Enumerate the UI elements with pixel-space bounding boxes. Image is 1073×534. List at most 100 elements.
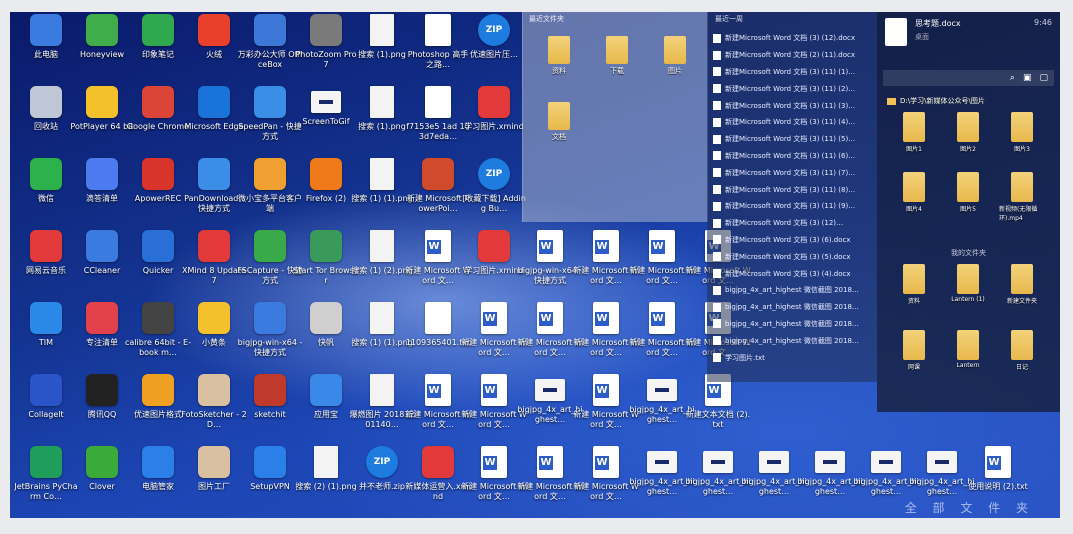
desktop-icon[interactable]: 优速图片格式 (126, 374, 190, 442)
desktop-icon[interactable]: bigjpg-win-x64 - 快捷方式 (238, 302, 302, 370)
recent-file-item[interactable]: 新建Microsoft Word 文档 (2) (11).docx (707, 47, 877, 64)
desktop-icon[interactable]: Quicker (126, 230, 190, 298)
desktop-icon[interactable]: 新建 Microsoft Word 文… (629, 230, 695, 298)
desktop-icon[interactable]: ZIP 并不老师.zip (350, 446, 414, 514)
desktop-icon[interactable]: sketchit (238, 374, 302, 442)
folder-item[interactable]: 网课 (891, 330, 937, 371)
desktop-icon[interactable]: 搜索 (2) (1).png (294, 446, 358, 514)
desktop-icon[interactable]: 新建 Microsoft Word 文… (461, 446, 527, 514)
desktop-icon[interactable]: Photoshop 高手之路… (406, 14, 470, 82)
chat-icon[interactable]: ▢ (1039, 73, 1048, 83)
desktop-icon[interactable]: 微信 (14, 158, 78, 226)
recent-file-item[interactable]: 新建Microsoft Word 文档 (3) (11) (6)… (707, 148, 877, 165)
folder-item[interactable]: 图片5 (945, 172, 991, 213)
desktop-icon[interactable]: Start Tor Browser (293, 230, 359, 298)
desktop-icon[interactable]: 网易云音乐 (14, 230, 78, 298)
recent-file-item[interactable]: 新建Microsoft Word 文档 (3) (4).docx (707, 265, 877, 282)
desktop-icon[interactable]: 小黄条 (182, 302, 246, 370)
recent-file-item[interactable]: 新建Microsoft Word 文档 (3) (11) (9)… (707, 198, 877, 215)
desktop-icon[interactable]: 回收站 (14, 86, 78, 154)
recent-file-item[interactable]: 新建Microsoft Word 文档 (3) (11) (8)… (707, 181, 877, 198)
recent-file-item[interactable]: 新建Microsoft Word 文档 (3) (11) (1)… (707, 64, 877, 81)
folder-icon[interactable]: ▣ (1023, 73, 1032, 83)
recent-file-item[interactable]: bigjpg_4x_art_highest 微信截图 2018… (707, 299, 877, 316)
desktop-icon[interactable]: Clover (70, 446, 134, 514)
desktop-icon[interactable]: Google Chrome (126, 86, 190, 154)
desktop-icon[interactable]: FSCapture - 快捷方式 (237, 230, 303, 298)
desktop-icon[interactable]: PotPlayer 64 bit (70, 86, 134, 154)
desktop-icon[interactable]: bigjpg_4x_art_highest… (517, 374, 583, 442)
desktop-icon[interactable]: 腾讯QQ (70, 374, 134, 442)
desktop-icon[interactable]: 微小宝多平台客户端 (238, 158, 302, 226)
desktop-icon[interactable]: 搜索 (1) (2).png (350, 230, 414, 298)
desktop-icon[interactable]: 电脑管家 (126, 446, 190, 514)
desktop-icon[interactable]: 此电脑 (14, 14, 78, 82)
desktop-icon[interactable]: Microsoft Edge (182, 86, 246, 154)
desktop-icon[interactable]: 新建 Microsoft Word 文… (573, 230, 639, 298)
folder-item[interactable]: Lantern (1) (945, 264, 991, 303)
desktop-icon[interactable]: 新建 Microsoft Word 文… (405, 374, 471, 442)
recent-file-item[interactable]: 新建Microsoft Word 文档 (3) (11) (7)… (707, 164, 877, 181)
desktop-icon[interactable]: 搜索 (1) (1).png (350, 158, 414, 226)
desktop-icon[interactable]: SetupVPN (238, 446, 302, 514)
folder-item[interactable]: 新建文件夹 (999, 264, 1045, 305)
desktop-icon[interactable]: 新建 Microsoft PowerPoi… (406, 158, 470, 226)
recent-file-item[interactable]: 新建Microsoft Word 文档 (3) (11) (2)… (707, 80, 877, 97)
folder-item[interactable]: 图片4 (891, 172, 937, 213)
desktop-icon[interactable]: ScreenToGif (294, 86, 358, 154)
recent-file-item[interactable]: 新建Microsoft Word 文档 (3) (11) (5)… (707, 131, 877, 148)
recent-file-item[interactable]: 新建Microsoft Word 文档 (3) (11) (4)… (707, 114, 877, 131)
preview-file-header[interactable]: 思考题.docx 桌面 9:46 (877, 12, 1060, 70)
desktop-icon[interactable]: 新建 Microsoft Word 文… (517, 446, 583, 514)
desktop-icon[interactable]: 火绒 (182, 14, 246, 82)
folder-item[interactable]: 资料 (539, 36, 579, 76)
desktop-icon[interactable]: bigjpg-win-x64 - 快捷方式 (518, 230, 582, 298)
desktop-icon[interactable]: f7153e5 1ad 1d3d7eda… (406, 86, 470, 154)
desktop-icon[interactable]: 爆燃图片 20181201140… (349, 374, 415, 442)
folder-item[interactable]: 图片2 (945, 112, 991, 153)
desktop-icon[interactable]: 万彩办公大师 OfficeBox (238, 14, 302, 82)
folder-item[interactable]: 图片3 (999, 112, 1045, 153)
desktop-icon[interactable]: 专注清单 (70, 302, 134, 370)
desktop-icon[interactable]: 1109365401.txt (406, 302, 470, 370)
desktop-icon[interactable]: 新建 Microsoft Word 文… (405, 230, 471, 298)
desktop-icon[interactable]: Honeyview (70, 14, 134, 82)
recent-file-item[interactable]: 新建Microsoft Word 文档 (3) (6).docx (707, 232, 877, 249)
folder-item[interactable]: Lantern (945, 330, 991, 369)
desktop-icon[interactable]: Firefox (2) (294, 158, 358, 226)
recent-file-item[interactable]: bigjpg_4x_art_highest 微信截图 2018… (707, 282, 877, 299)
recent-file-item[interactable]: 新建Microsoft Word 文档 (3) (5).docx (707, 248, 877, 265)
desktop-icon[interactable]: 新建 Microsoft Word 文… (629, 302, 695, 370)
desktop-icon[interactable]: ZIP 优速图片压… (462, 14, 526, 82)
recent-file-item[interactable]: 新建Microsoft Word 文档 (3) (12)… (707, 215, 877, 232)
desktop-icon[interactable]: bigjpg_4x_art_highest… (629, 374, 695, 442)
desktop-icon[interactable]: PanDownload - 快捷方式 (182, 158, 246, 226)
desktop-icon[interactable]: ApowerREC (126, 158, 190, 226)
desktop-icon[interactable]: ZIP [收藏下载] Adding Bu… (462, 158, 526, 226)
desktop-icon[interactable]: 滴答清单 (70, 158, 134, 226)
desktop-icon[interactable]: PhotoZoom Pro 7 (294, 14, 358, 82)
search-icon[interactable]: ⌕ (1010, 73, 1015, 83)
desktop-icon[interactable]: 图片工厂 (182, 446, 246, 514)
recent-file-item[interactable]: 新建Microsoft Word 文档 (3) (12).docx (707, 30, 877, 47)
desktop-icon[interactable]: 搜索 (1).png (350, 14, 414, 82)
desktop-icon[interactable]: 应用宝 (294, 374, 358, 442)
desktop-icon[interactable]: 搜索 (1) (1).png (350, 302, 414, 370)
desktop-icon[interactable]: TIM (14, 302, 78, 370)
folder-path[interactable]: D:\学习\新媒体公众号\图片 (887, 94, 1050, 108)
desktop-icon[interactable]: CCleaner (70, 230, 134, 298)
folder-item[interactable]: 资料 (891, 264, 937, 305)
desktop-icon[interactable]: calibre 64bit - E-book m… (125, 302, 191, 370)
folder-item[interactable]: 图片1 (891, 112, 937, 153)
recent-file-item[interactable]: 新建Microsoft Word 文档 (3) (11) (3)… (707, 97, 877, 114)
desktop-icon[interactable]: 学习图片.xmind (462, 230, 526, 298)
desktop-icon[interactable]: 新建 Microsoft Word 文… (517, 302, 583, 370)
folder-item[interactable]: 新视频(无限循环).mp4 (999, 172, 1045, 222)
desktop-icon[interactable]: 新建文本文档 (2).txt (686, 374, 750, 442)
desktop-icon[interactable]: XMind 8 Update 7 (182, 230, 246, 298)
folder-item[interactable]: 下载 (597, 36, 637, 76)
recent-file-item[interactable]: bigjpg_4x_art_highest 微信截图 2018… (707, 332, 877, 349)
desktop-icon[interactable]: 新建 Microsoft Word 文… (573, 302, 639, 370)
desktop-icon[interactable]: Collagelt (14, 374, 78, 442)
desktop-icon[interactable]: 快帆 (294, 302, 358, 370)
